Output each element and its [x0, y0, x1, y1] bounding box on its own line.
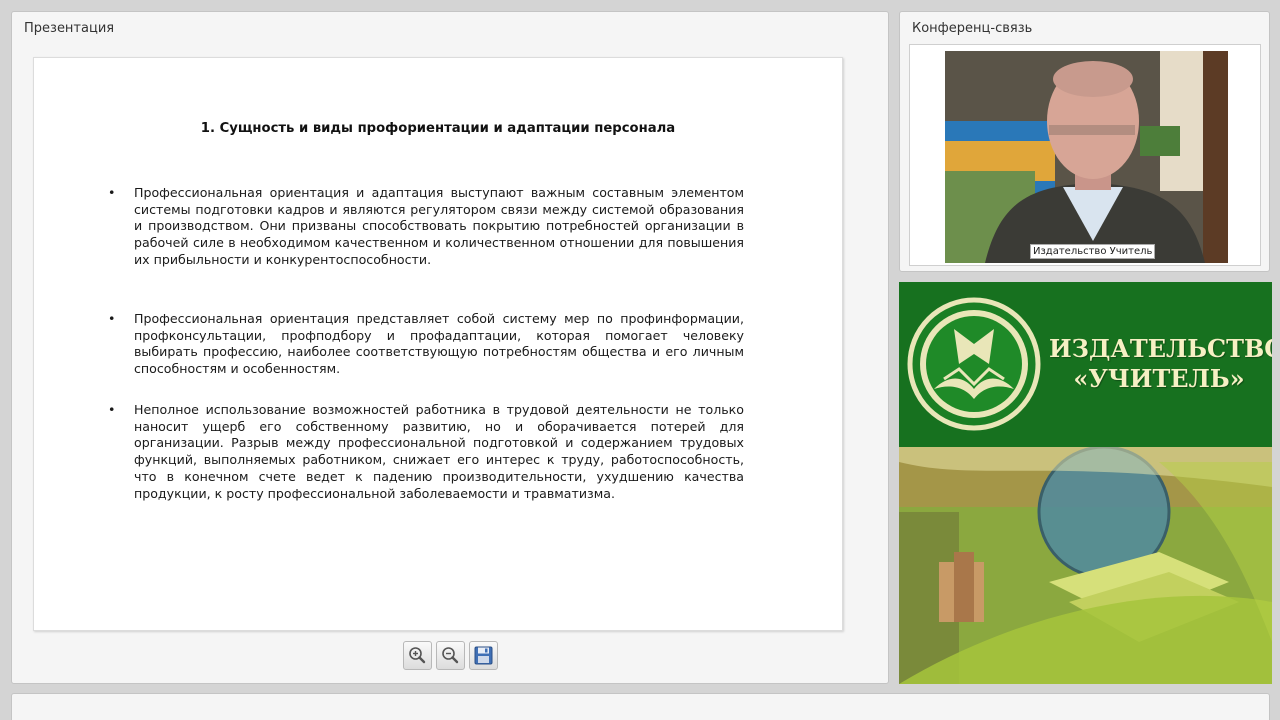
banner-header: ИЗДАТЕЛЬСТВО «УЧИТЕЛЬ» — [899, 282, 1272, 447]
slide: 1. Сущность и виды профориентации и адап… — [33, 57, 843, 631]
participant-video-image — [945, 51, 1228, 263]
publisher-logo-icon — [907, 297, 1041, 431]
slide-heading: 1. Сущность и виды профориентации и адап… — [200, 121, 676, 136]
save-button[interactable] — [469, 641, 498, 670]
floppy-disk-icon — [474, 646, 493, 665]
slide-bullet-text: Неполное использование возможностей рабо… — [134, 402, 744, 501]
participant-video[interactable]: Издательство Учитель — [945, 51, 1228, 263]
slide-bullet: • Профессиональная ориентация и адаптаци… — [108, 185, 744, 269]
bullet-dot-icon: • — [108, 311, 116, 326]
publisher-banner: ИЗДАТЕЛЬСТВО «УЧИТЕЛЬ» — [899, 282, 1272, 684]
conference-panel-title: Конференц-связь — [912, 21, 1033, 36]
publisher-name: ИЗДАТЕЛЬСТВО «УЧИТЕЛЬ» — [1049, 334, 1272, 394]
conference-panel: Конференц-связь Издательство Учитель — [899, 11, 1270, 272]
publisher-name-line2: «УЧИТЕЛЬ» — [1073, 364, 1245, 393]
slide-bullet: • Неполное использование возможностей ра… — [108, 402, 744, 502]
slide-bullet-text: Профессиональная ориентация представляет… — [134, 311, 744, 377]
bullet-dot-icon: • — [108, 402, 116, 417]
presentation-panel: Презентация 1. Сущность и виды профориен… — [11, 11, 889, 684]
video-frame: Издательство Учитель — [909, 44, 1261, 266]
publisher-name-line1: ИЗДАТЕЛЬСТВО — [1049, 334, 1272, 363]
presentation-panel-title: Презентация — [24, 21, 115, 36]
slide-bullet: • Профессиональная ориентация представля… — [108, 311, 744, 378]
slide-bullet-text: Профессиональная ориентация и адаптация … — [134, 185, 744, 267]
bottom-panel — [11, 693, 1270, 720]
zoom-in-button[interactable] — [403, 641, 432, 670]
participant-name-label: Издательство Учитель — [1030, 244, 1156, 259]
bullet-dot-icon: • — [108, 185, 116, 200]
zoom-out-button[interactable] — [436, 641, 465, 670]
zoom-in-icon — [409, 647, 426, 664]
zoom-out-icon — [442, 647, 459, 664]
